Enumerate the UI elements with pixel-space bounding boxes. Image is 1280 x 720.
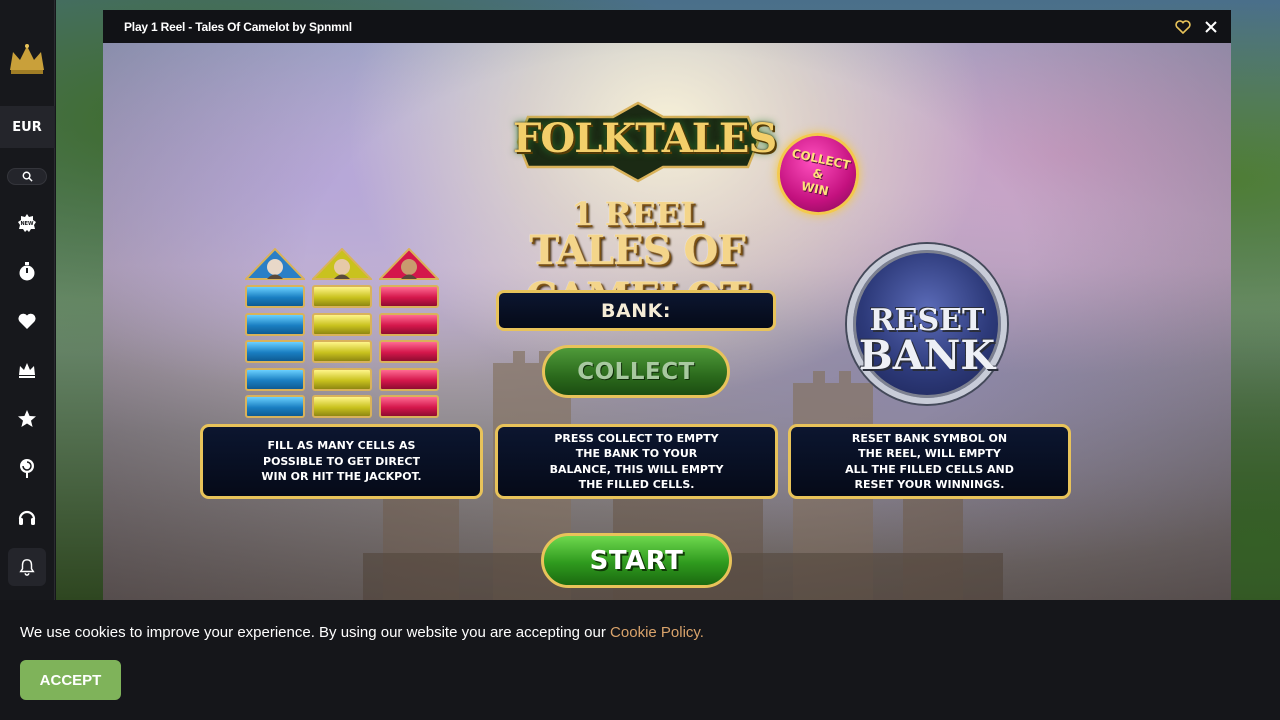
reset-bank-line2: BANK (858, 332, 996, 379)
crown-logo-icon[interactable] (7, 40, 47, 76)
search-icon (22, 171, 33, 182)
sidebar-item-promotions[interactable] (16, 457, 38, 479)
accept-button[interactable]: ACCEPT (20, 660, 121, 700)
headset-icon (18, 510, 36, 525)
cell-yellow (312, 367, 372, 391)
lollipop-icon (20, 459, 34, 478)
accept-label: ACCEPT (39, 671, 102, 689)
cell-blue (245, 340, 305, 363)
start-label: START (589, 545, 684, 576)
folktales-logo: FOLKTALES (513, 101, 777, 183)
modal-header: Play 1 Reel - Tales Of Camelot by Spnmnl (103, 10, 1231, 43)
bank-display: BANK: (496, 290, 776, 331)
cell-blue (245, 285, 305, 308)
info-box-collect: PRESS COLLECT TO EMPTY THE BANK TO YOUR … (495, 424, 778, 499)
collect-button[interactable]: COLLECT (542, 345, 730, 398)
modal-actions (1175, 19, 1217, 34)
portrait-blue-icon (245, 248, 305, 280)
cell-yellow (312, 340, 372, 363)
favorite-heart-icon[interactable] (1175, 19, 1191, 34)
game-modal: Play 1 Reel - Tales Of Camelot by Spnmnl (103, 10, 1231, 600)
info-box-reset: RESET BANK SYMBOL ON THE REEL, WILL EMPT… (788, 424, 1071, 499)
cell-blue (245, 312, 305, 336)
info-box-cells: FILL AS MANY CELLS AS POSSIBLE TO GET DI… (200, 424, 483, 499)
cookie-text: We use cookies to improve your experienc… (20, 624, 611, 641)
logo-text: FOLKTALES (513, 115, 777, 162)
svg-text:NEW: NEW (20, 221, 34, 227)
sidebar-item-new[interactable]: NEW (16, 212, 38, 234)
search-button[interactable] (7, 168, 47, 185)
sidebar-item-vip[interactable] (16, 359, 38, 381)
new-badge-icon: NEW (18, 214, 36, 232)
start-button[interactable]: START (541, 533, 732, 588)
cell-blue (245, 367, 305, 391)
cell-red (379, 367, 439, 391)
cookie-message: We use cookies to improve your experienc… (20, 624, 704, 641)
sidebar-item-favorites[interactable] (16, 310, 38, 332)
modal-title: Play 1 Reel - Tales Of Camelot by Spnmnl (124, 19, 352, 34)
cell-yellow (312, 312, 372, 336)
currency-label: EUR (12, 119, 42, 135)
reset-bank-symbol: RESET BANK (847, 244, 1007, 404)
sidebar-item-support[interactable] (16, 506, 38, 528)
bell-icon (19, 559, 35, 576)
cell-yellow (312, 285, 372, 308)
cell-red (379, 340, 439, 363)
bank-label: BANK: (601, 299, 671, 322)
sidebar-item-recent[interactable] (16, 261, 38, 283)
portrait-yellow-icon (312, 248, 372, 280)
cell-red (379, 285, 439, 308)
cell-yellow (312, 395, 372, 418)
portrait-red-icon (379, 248, 439, 280)
sidebar-item-top[interactable] (16, 408, 38, 430)
currency-selector[interactable]: EUR (0, 106, 55, 148)
cell-blue (245, 395, 305, 418)
star-icon (18, 410, 36, 427)
crown-icon (19, 363, 35, 378)
close-icon[interactable] (1205, 20, 1217, 33)
cell-red (379, 312, 439, 336)
cookie-policy-link[interactable]: Cookie Policy. (610, 624, 704, 641)
heart-icon (18, 313, 36, 329)
sidebar: EUR NEW (0, 0, 55, 600)
cell-red (379, 395, 439, 418)
collect-label: COLLECT (577, 358, 695, 385)
cookie-banner: We use cookies to improve your experienc… (0, 600, 1280, 720)
badge-text: COLLECT & WIN (790, 145, 852, 198)
stopwatch-icon (19, 262, 35, 281)
notifications-button[interactable] (8, 548, 46, 586)
game-canvas[interactable]: FOLKTALES COLLECT & WIN 1 REEL TALES OF … (103, 43, 1231, 600)
